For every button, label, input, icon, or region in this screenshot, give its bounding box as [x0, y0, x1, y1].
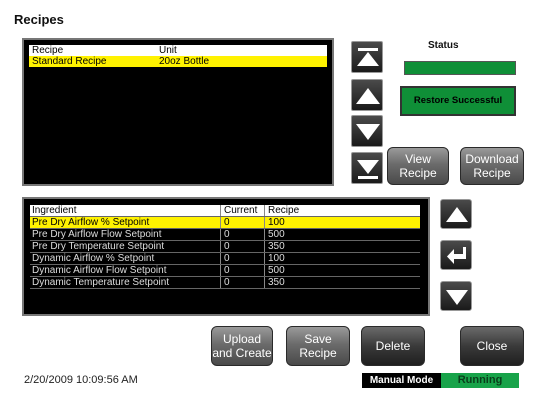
recipe-column-header: Recipe — [264, 205, 299, 216]
ingredient-table-header: Ingredient Current Recipe — [30, 205, 420, 217]
ingredient-table[interactable]: Ingredient Current Recipe Pre Dry Airflo… — [22, 197, 430, 316]
page-title: Recipes — [14, 12, 64, 27]
upload-label-line1: Upload — [222, 332, 262, 346]
recipe-list-header: Recipe Unit — [29, 45, 327, 56]
recipe-value: 100 — [264, 253, 285, 264]
save-label-line1: Save — [304, 332, 332, 346]
recipe-value: 350 — [264, 241, 285, 252]
recipe-name: Standard Recipe — [32, 56, 107, 67]
current-value: 0 — [220, 229, 230, 240]
save-label-line2: Recipe — [299, 346, 337, 360]
recipe-value: 500 — [264, 229, 285, 240]
ingredient-name: Dynamic Airflow % Setpoint — [32, 253, 155, 264]
table-row[interactable]: Pre Dry Airflow % Setpoint 0 100 — [30, 217, 420, 229]
save-recipe-button[interactable]: Save Recipe — [286, 326, 350, 366]
table-row[interactable]: Pre Dry Temperature Setpoint 0 350 — [30, 241, 420, 253]
ingredient-name: Pre Dry Airflow % Setpoint — [32, 217, 150, 228]
recipe-column-header: Recipe — [32, 45, 64, 56]
table-row[interactable]: Dynamic Airflow % Setpoint 0 100 — [30, 253, 420, 265]
recipe-value: 350 — [264, 277, 285, 288]
arrow-down-icon — [446, 290, 468, 305]
table-row[interactable]: Dynamic Temperature Setpoint 0 350 — [30, 277, 420, 289]
skip-to-bottom-icon — [357, 160, 379, 179]
current-value: 0 — [220, 277, 230, 288]
unit-column-header: Unit — [159, 45, 177, 56]
skip-to-top-icon — [357, 48, 379, 66]
ingredient-down-button[interactable] — [440, 281, 472, 311]
running-status: Running — [441, 373, 519, 388]
ingredient-name: Pre Dry Temperature Setpoint — [32, 241, 165, 252]
enter-icon — [447, 247, 466, 264]
current-value: 0 — [220, 253, 230, 264]
table-row[interactable]: Dynamic Airflow Flow Setpoint 0 500 — [30, 265, 420, 277]
arrow-up-icon — [356, 88, 380, 104]
status-indicator — [404, 61, 516, 75]
close-label: Close — [476, 339, 508, 353]
arrow-down-icon — [356, 124, 380, 140]
current-column-header: Current — [220, 205, 257, 216]
upload-label-line2: and Create — [212, 346, 272, 360]
recipe-row[interactable]: Standard Recipe 20oz Bottle — [29, 56, 327, 67]
status-label: Status — [428, 40, 459, 51]
ingredient-enter-button[interactable] — [440, 240, 472, 270]
mode-indicator: Manual Mode — [362, 373, 441, 388]
recipe-value: 500 — [264, 265, 285, 276]
close-button[interactable]: Close — [460, 326, 524, 366]
ingredient-name: Dynamic Temperature Setpoint — [32, 277, 170, 288]
timestamp: 2/20/2009 10:09:56 AM — [24, 374, 138, 386]
ingredient-up-button[interactable] — [440, 199, 472, 229]
scroll-up-button[interactable] — [351, 79, 383, 111]
table-row[interactable]: Pre Dry Airflow Flow Setpoint 0 500 — [30, 229, 420, 241]
view-recipe-button[interactable]: View Recipe — [387, 147, 449, 185]
delete-label: Delete — [375, 339, 411, 353]
scroll-bottom-button[interactable] — [351, 152, 383, 184]
download-recipe-label-line2: Recipe — [473, 166, 511, 180]
current-value: 0 — [220, 217, 230, 228]
ingredient-name: Pre Dry Airflow Flow Setpoint — [32, 229, 162, 240]
scroll-top-button[interactable] — [351, 41, 383, 73]
delete-button[interactable]: Delete — [361, 326, 425, 366]
scroll-down-button[interactable] — [351, 115, 383, 147]
recipe-unit: 20oz Bottle — [159, 56, 210, 67]
ingredient-name: Dynamic Airflow Flow Setpoint — [32, 265, 167, 276]
view-recipe-label-line1: View — [405, 152, 431, 166]
ingredient-column-header: Ingredient — [32, 205, 77, 216]
current-value: 0 — [220, 265, 230, 276]
upload-and-create-button[interactable]: Upload and Create — [211, 326, 273, 366]
download-recipe-label-line1: Download — [465, 152, 519, 166]
status-message: Restore Successful — [400, 86, 516, 116]
recipe-value: 100 — [264, 217, 285, 228]
view-recipe-label-line2: Recipe — [399, 166, 437, 180]
recipe-list[interactable]: Recipe Unit Standard Recipe 20oz Bottle — [22, 38, 334, 186]
download-recipe-button[interactable]: Download Recipe — [460, 147, 524, 185]
current-value: 0 — [220, 241, 230, 252]
arrow-up-icon — [446, 207, 468, 222]
